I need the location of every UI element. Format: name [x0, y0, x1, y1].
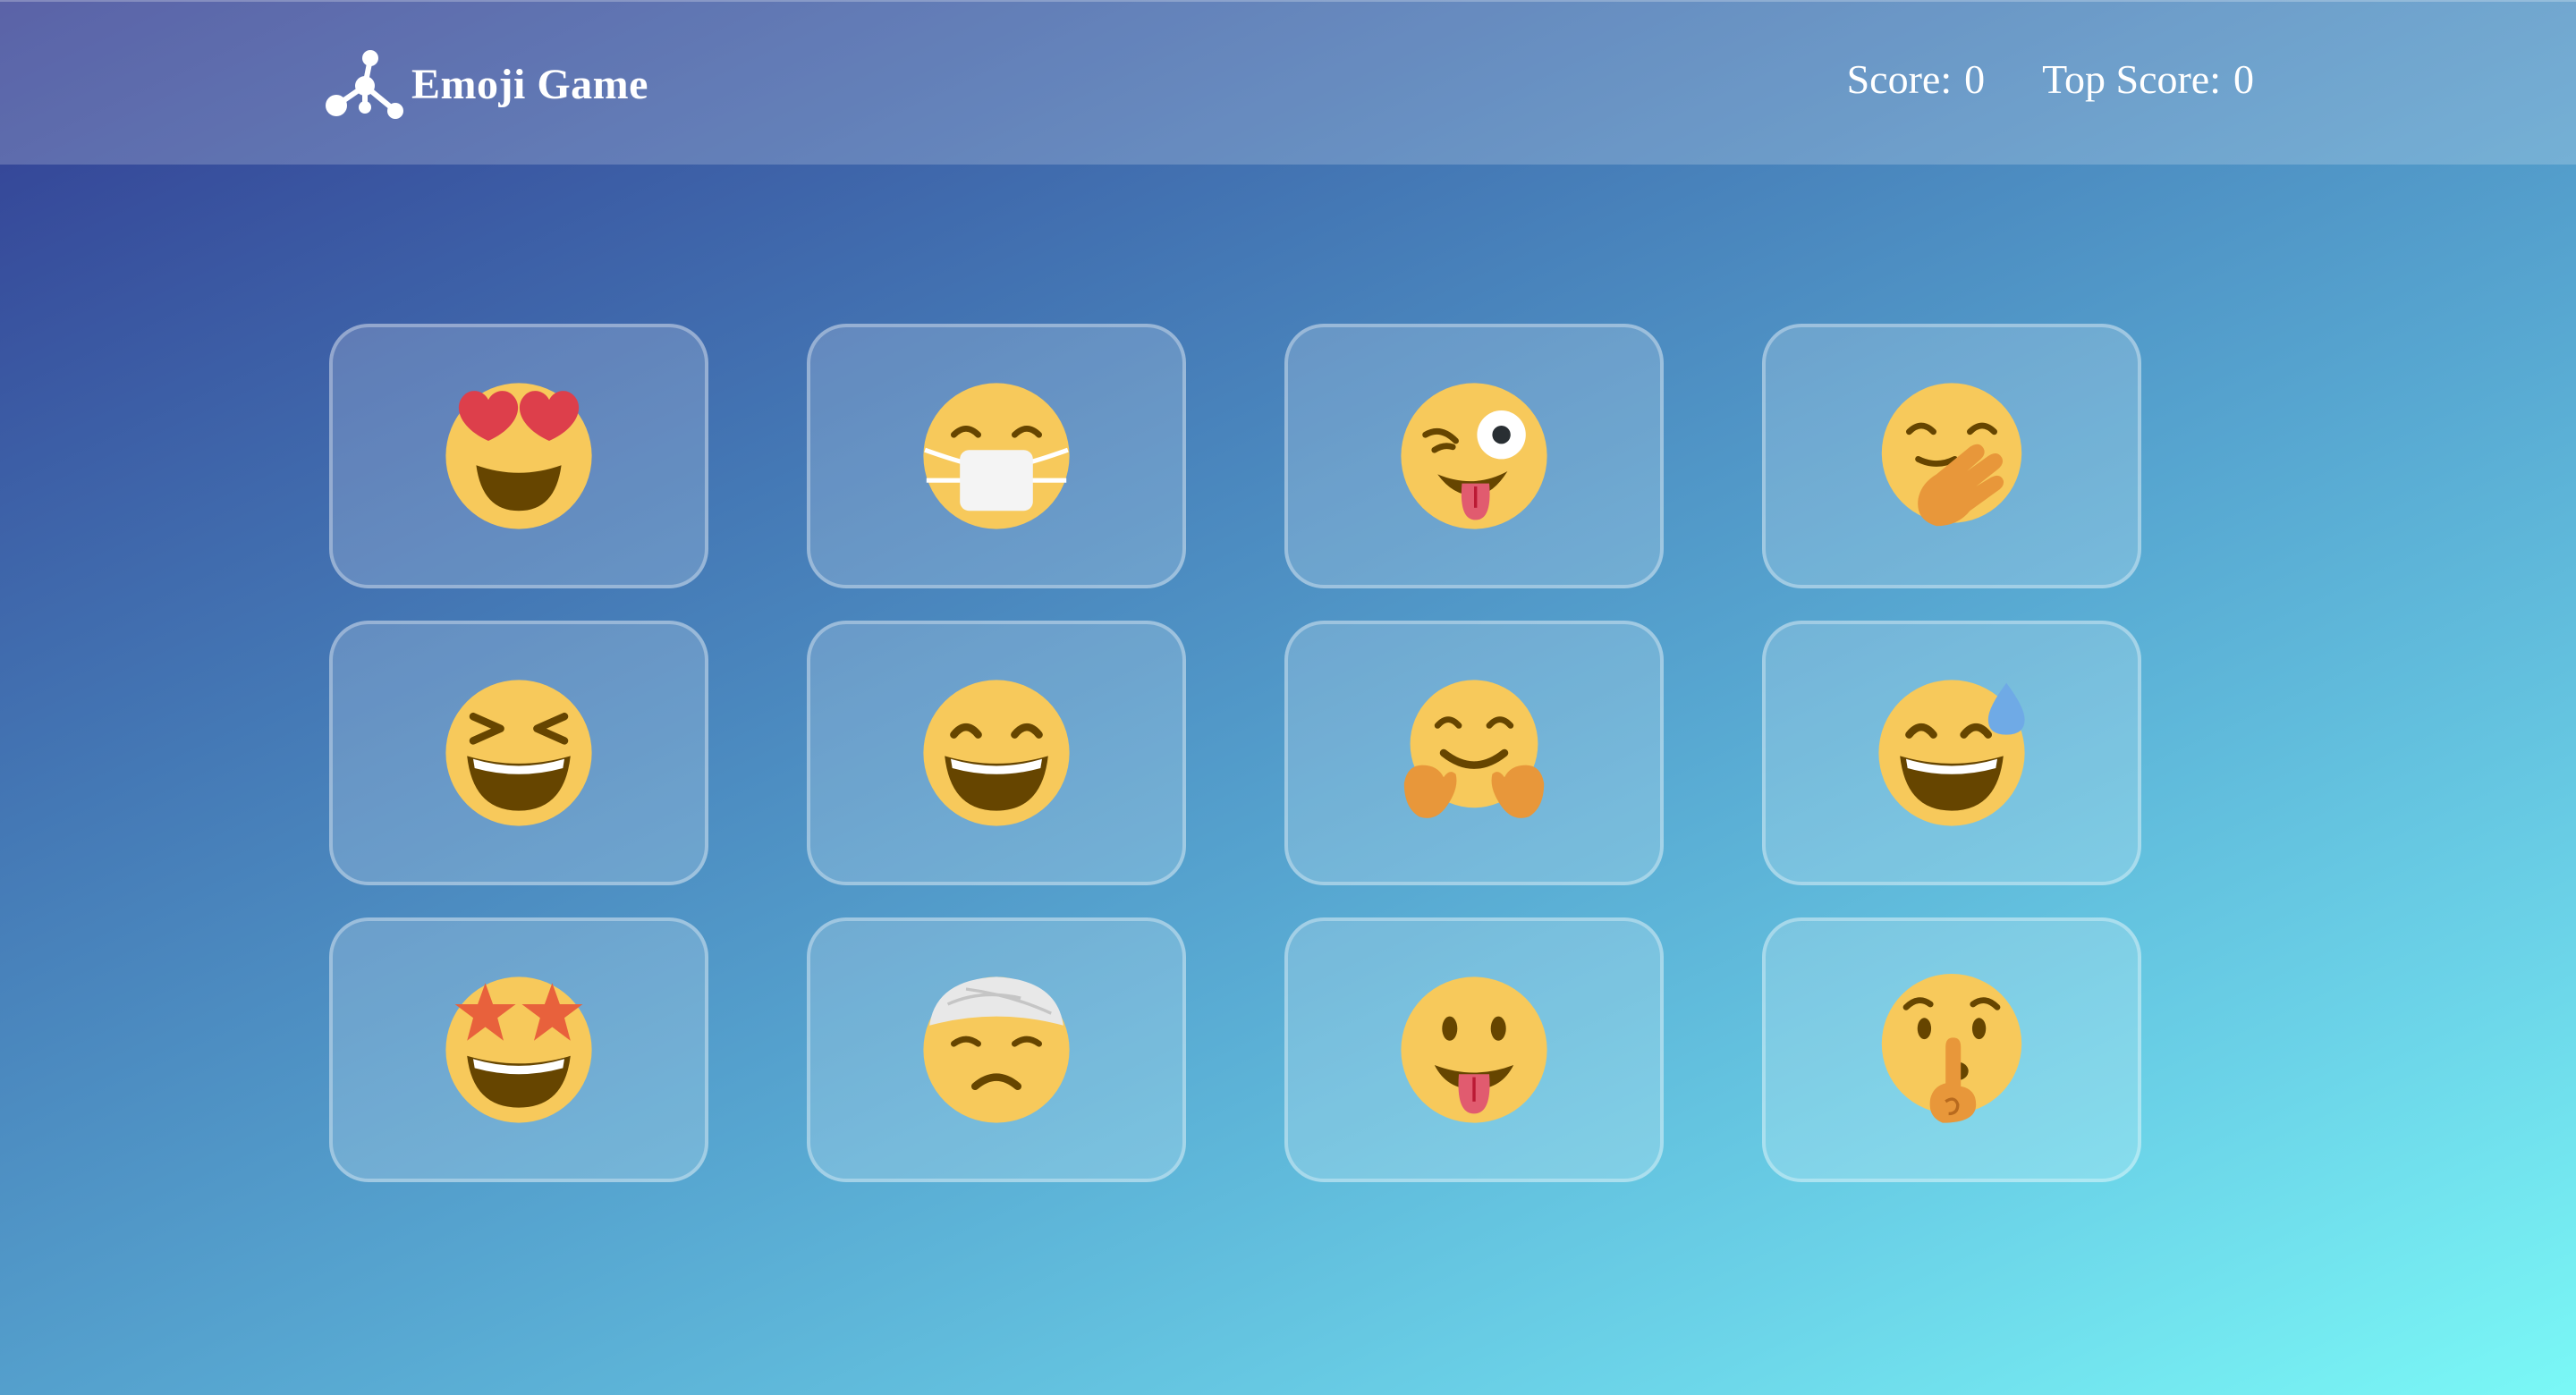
- emoji-card[interactable]: [1762, 621, 2141, 885]
- emoji-card[interactable]: [1762, 324, 2141, 588]
- grinning-squinting-face-emoji-icon: [445, 680, 592, 826]
- face-with-medical-mask-emoji-icon: [923, 383, 1070, 529]
- score: Score: 0: [1847, 55, 1986, 103]
- heart-eyes-emoji-icon: [445, 383, 592, 529]
- score-panel: Score: 0 Top Score: 0: [1847, 55, 2254, 103]
- emoji-card[interactable]: [807, 324, 1186, 588]
- emoji-card[interactable]: [1762, 917, 2141, 1182]
- emoji-grid: [329, 324, 2143, 1182]
- emoji-card[interactable]: [329, 917, 708, 1182]
- emoji-card[interactable]: [1284, 917, 1664, 1182]
- emoji-card[interactable]: [1284, 324, 1664, 588]
- grinning-face-with-smiling-eyes-emoji-icon: [923, 680, 1070, 826]
- shushing-face-emoji-icon: [1881, 974, 2022, 1123]
- emoji-card[interactable]: [329, 621, 708, 885]
- score-label: Score:: [1846, 56, 1953, 102]
- score-value: 0: [1964, 56, 1986, 102]
- emoji-card[interactable]: [329, 324, 708, 588]
- top-score: Top Score: 0: [2042, 55, 2254, 103]
- molecule-logo-icon: [326, 50, 403, 119]
- top-navbar: Emoji Game Score: 0 Top Score: 0: [0, 0, 2576, 165]
- winking-face-with-tongue-emoji-icon: [1401, 383, 1547, 529]
- emoji-card[interactable]: [1284, 621, 1664, 885]
- hugging-face-emoji-icon: [1403, 680, 1545, 818]
- app-title: Emoji Game: [411, 60, 648, 108]
- brand: Emoji Game: [324, 46, 648, 122]
- face-with-hand-over-mouth-emoji-icon: [1881, 383, 2022, 527]
- top-score-label: Top Score:: [2042, 56, 2221, 102]
- emoji-card[interactable]: [807, 621, 1186, 885]
- grinning-face-with-sweat-emoji-icon: [1878, 680, 2025, 826]
- face-with-tongue-emoji-icon: [1401, 976, 1547, 1123]
- emoji-card[interactable]: [807, 917, 1186, 1182]
- face-with-head-bandage-emoji-icon: [923, 976, 1070, 1123]
- star-struck-emoji-icon: [445, 976, 592, 1123]
- top-score-value: 0: [2233, 56, 2254, 102]
